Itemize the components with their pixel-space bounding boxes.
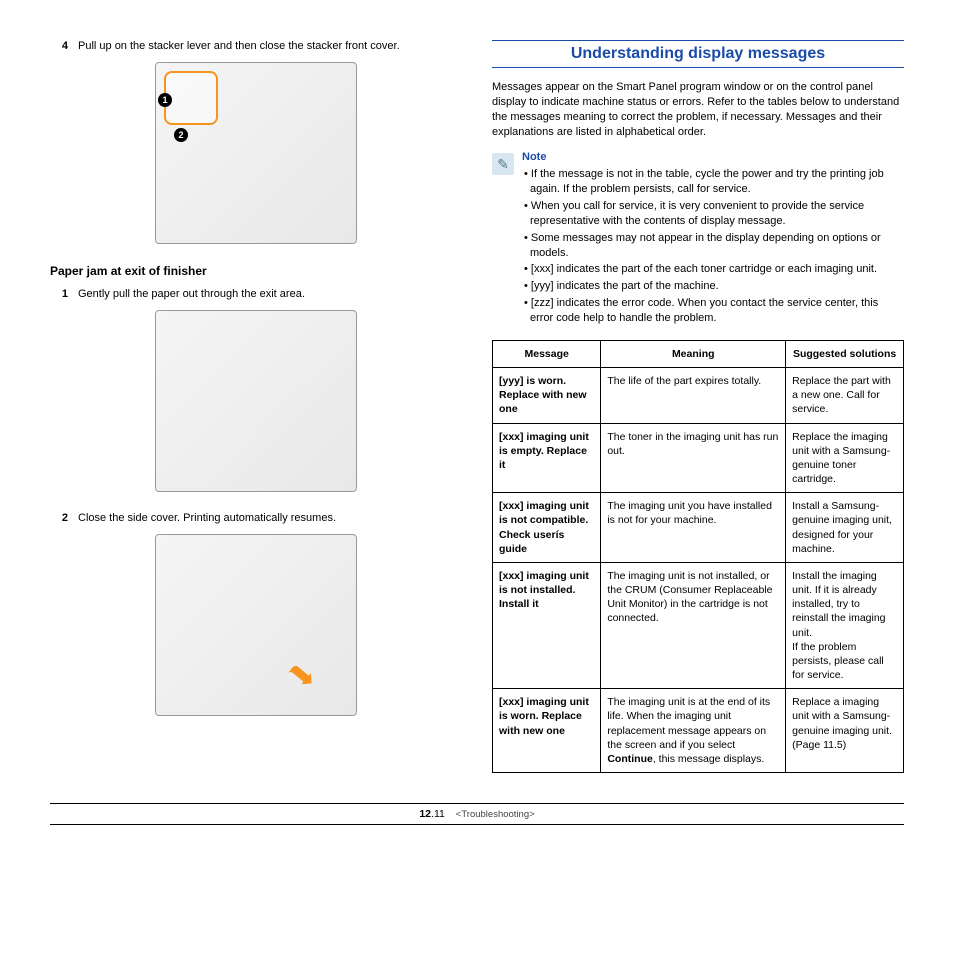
step-2: 2 Close the side cover. Printing automat… (50, 512, 462, 524)
right-column: Understanding display messages Messages … (492, 40, 904, 773)
note-icon: ✎ (492, 153, 514, 175)
col-solution: Suggested solutions (786, 340, 904, 367)
step-text: Gently pull the paper out through the ex… (78, 288, 462, 300)
note-item: [yyy] indicates the part of the machine. (522, 279, 904, 294)
cell-meaning: The imaging unit you have installed is n… (601, 493, 786, 563)
cell-meaning: The imaging unit is not installed, or th… (601, 562, 786, 688)
left-column: 4 Pull up on the stacker lever and then … (50, 40, 462, 773)
note-content: Note If the message is not in the table,… (522, 151, 904, 327)
table-row: [xxx] imaging unit is not compatible. Ch… (493, 493, 904, 563)
table-header-row: Message Meaning Suggested solutions (493, 340, 904, 367)
footer-section: <Troubleshooting> (456, 809, 535, 820)
cell-meaning: The life of the part expires totally. (601, 367, 786, 423)
note-item: Some messages may not appear in the disp… (522, 231, 904, 261)
printer-illustration (155, 310, 357, 492)
note-item: If the message is not in the table, cycl… (522, 167, 904, 197)
note-item: [xxx] indicates the part of the each ton… (522, 262, 904, 277)
step-text: Close the side cover. Printing automatic… (78, 512, 462, 524)
printer-illustration: ➦ (155, 534, 357, 716)
intro-paragraph: Messages appear on the Smart Panel progr… (492, 80, 904, 139)
callout-box (164, 71, 218, 125)
cell-message: [xxx] imaging unit is worn. Replace with… (493, 689, 601, 773)
cell-solution: Replace the imaging unit with a Samsung-… (786, 423, 904, 493)
meaning-pre: The imaging unit is at the end of its li… (607, 696, 770, 751)
page-number-rest: .11 (431, 808, 445, 820)
table-row: [yyy] is worn. Replace with new one The … (493, 367, 904, 423)
meaning-post: , this message displays. (653, 753, 764, 765)
meaning-bold: Continue (607, 753, 653, 765)
table-row: [xxx] imaging unit is empty. Replace it … (493, 423, 904, 493)
col-meaning: Meaning (601, 340, 786, 367)
step-4: 4 Pull up on the stacker lever and then … (50, 40, 462, 52)
messages-table: Message Meaning Suggested solutions [yyy… (492, 340, 904, 773)
table-row: [xxx] imaging unit is not installed. Ins… (493, 562, 904, 688)
col-message: Message (493, 340, 601, 367)
cell-message: [xxx] imaging unit is empty. Replace it (493, 423, 601, 493)
figure-stacker-lever: 1 2 (50, 62, 462, 244)
step-1: 1 Gently pull the paper out through the … (50, 288, 462, 300)
cell-message: [yyy] is worn. Replace with new one (493, 367, 601, 423)
section-title: Understanding display messages (492, 40, 904, 68)
figure-close-cover: ➦ (50, 534, 462, 716)
note-block: ✎ Note If the message is not in the tabl… (492, 151, 904, 327)
callout-badge-2: 2 (174, 128, 188, 142)
printer-illustration: 1 2 (155, 62, 357, 244)
subheading-paper-jam-exit: Paper jam at exit of finisher (50, 264, 462, 278)
step-text: Pull up on the stacker lever and then cl… (78, 40, 462, 52)
step-number: 2 (50, 512, 68, 524)
note-item: [zzz] indicates the error code. When you… (522, 296, 904, 326)
cell-meaning: The toner in the imaging unit has run ou… (601, 423, 786, 493)
page-number-bold: 12 (419, 808, 431, 820)
figure-pull-paper (50, 310, 462, 492)
cell-message: [xxx] imaging unit is not compatible. Ch… (493, 493, 601, 563)
note-item: When you call for service, it is very co… (522, 199, 904, 229)
cell-message: [xxx] imaging unit is not installed. Ins… (493, 562, 601, 688)
cell-solution: Replace the part with a new one. Call fo… (786, 367, 904, 423)
step-number: 4 (50, 40, 68, 52)
callout-badge-1: 1 (158, 93, 172, 107)
note-label: Note (522, 151, 904, 163)
note-list: If the message is not in the table, cycl… (522, 167, 904, 325)
cell-solution: Install the imaging unit. If it is alrea… (786, 562, 904, 688)
arrow-icon: ➦ (278, 651, 326, 700)
cell-meaning: The imaging unit is at the end of its li… (601, 689, 786, 773)
step-number: 1 (50, 288, 68, 300)
page-footer: 12.11 <Troubleshooting> (50, 803, 904, 825)
cell-solution: Replace a imaging unit with a Samsung-ge… (786, 689, 904, 773)
cell-solution: Install a Samsung-genuine imaging unit, … (786, 493, 904, 563)
table-row: [xxx] imaging unit is worn. Replace with… (493, 689, 904, 773)
